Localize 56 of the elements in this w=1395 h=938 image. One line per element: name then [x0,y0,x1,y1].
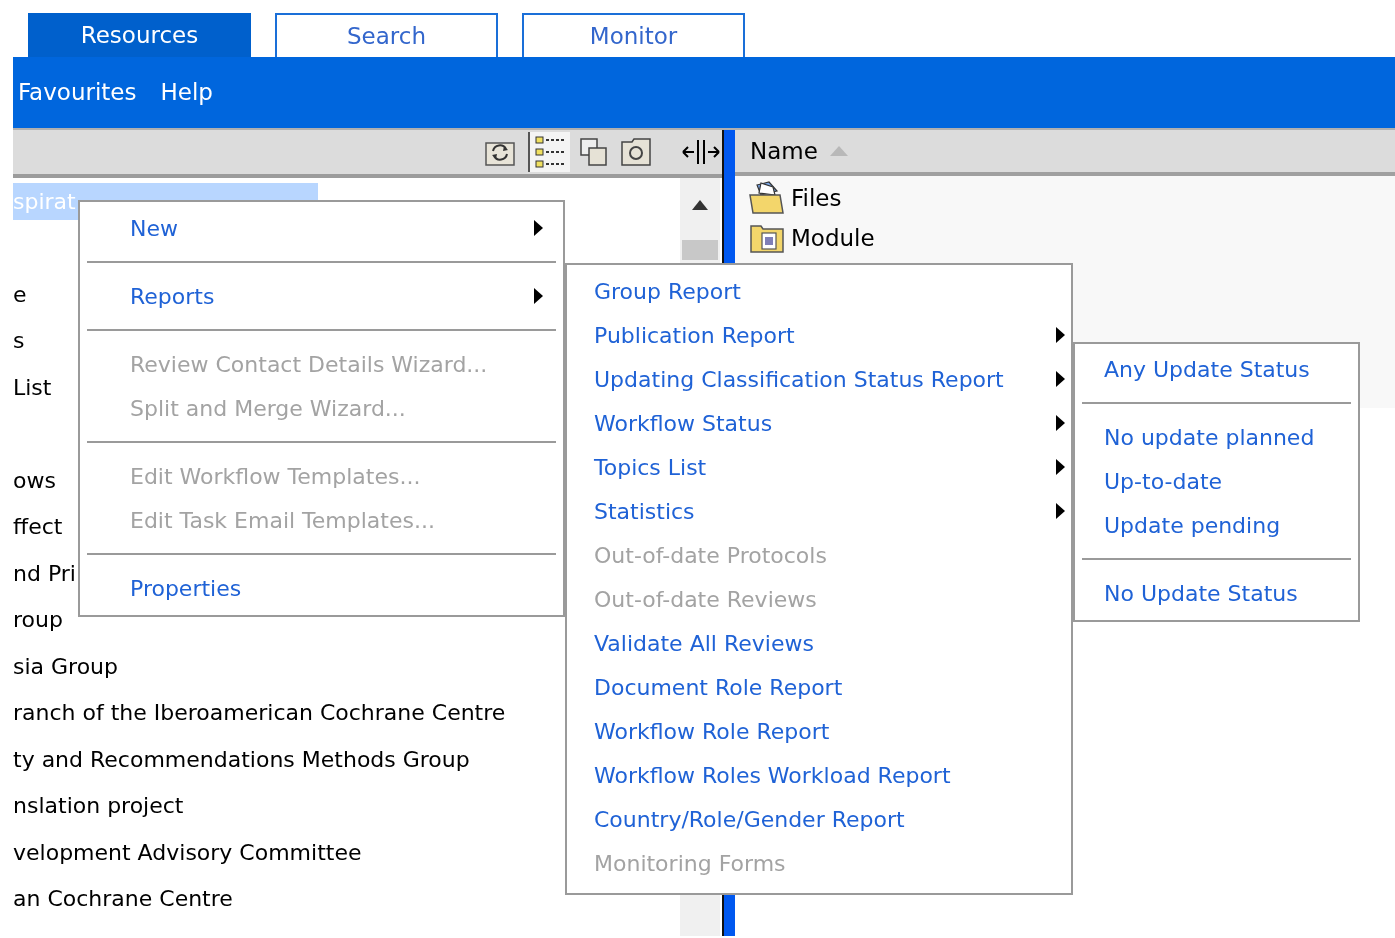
tab[interactable]: Monitor [522,13,745,57]
submenu-arrow-icon [1056,327,1065,343]
submenu-arrow-icon [534,220,543,236]
tree-item[interactable]: ranch of the Iberoamerican Cochrane Centre [13,696,506,730]
menu-item[interactable]: New [80,206,563,250]
menu-bar-item[interactable]: Help [160,75,213,110]
file-item[interactable]: Module [791,220,875,256]
column-header-label: Name [750,136,818,166]
copy-windows-icon[interactable] [578,136,610,168]
scrollbar-thumb[interactable] [682,240,718,260]
menu-item[interactable]: Update pending [1075,503,1358,547]
menu-item[interactable]: Workflow Roles Workload Report [567,753,1071,797]
submenu-arrow-icon [1056,503,1065,519]
tree-item[interactable]: sia Group [13,649,119,683]
tree-item[interactable]: nslation project [13,789,184,823]
menu-item[interactable]: Workflow Role Report [567,709,1071,753]
tree-item[interactable]: List [13,370,52,404]
menu-item[interactable]: Properties [80,566,563,610]
column-header[interactable]: Name [735,130,1395,176]
tree-item[interactable]: roup [13,603,63,637]
tab[interactable]: Search [275,13,498,57]
tree-item[interactable]: velopment Advisory Committee [13,835,362,869]
tree-item[interactable]: ty and Recommendations Methods Group [13,742,470,776]
menu-item[interactable]: Validate All Reviews [567,621,1071,665]
file-item[interactable]: Files [791,180,842,216]
menu-item[interactable]: Publication Report [567,313,1071,357]
menu-item[interactable]: Document Role Report [567,665,1071,709]
menu-item[interactable]: No Update Status [1075,571,1358,615]
tree-item[interactable]: s [13,324,25,358]
tree-item[interactable]: ffect [13,510,63,544]
submenu-arrow-icon [1056,415,1065,431]
menu-item[interactable]: No update planned [1075,415,1358,459]
menu-item[interactable]: Updating Classification Status Report [567,357,1071,401]
submenu-arrow-icon [1056,459,1065,475]
tab[interactable]: Resources [28,13,251,57]
menu-item[interactable]: Up-to-date [1075,459,1358,503]
menu-item[interactable]: Group Report [567,269,1071,313]
tree-item[interactable]: e [13,277,27,311]
menu-item[interactable]: Topics List [567,445,1071,489]
tree-item[interactable]: nd Pri [13,556,76,590]
tree-item[interactable]: ows [13,463,56,497]
tree-view-icon[interactable] [530,132,570,172]
menu-item[interactable]: Workflow Status [567,401,1071,445]
folder-icon[interactable] [620,136,652,168]
folder-with-document-icon [749,222,785,254]
submenu-arrow-icon [1056,371,1065,387]
menu-item[interactable]: Statistics [567,489,1071,533]
menu-item[interactable]: Any Update Status [1075,347,1358,391]
menu-item[interactable]: Reports [80,274,563,318]
menu-bar-item[interactable]: Favourites [18,75,137,110]
tree-item[interactable]: an Cochrane Centre [13,882,233,916]
submenu-arrow-icon [534,288,543,304]
folder-with-papers-icon [749,181,785,215]
splitter-arrows-icon[interactable] [682,139,720,165]
scroll-up-arrow-icon[interactable] [692,200,708,210]
menu-item[interactable]: Country/Role/Gender Report [567,797,1071,841]
